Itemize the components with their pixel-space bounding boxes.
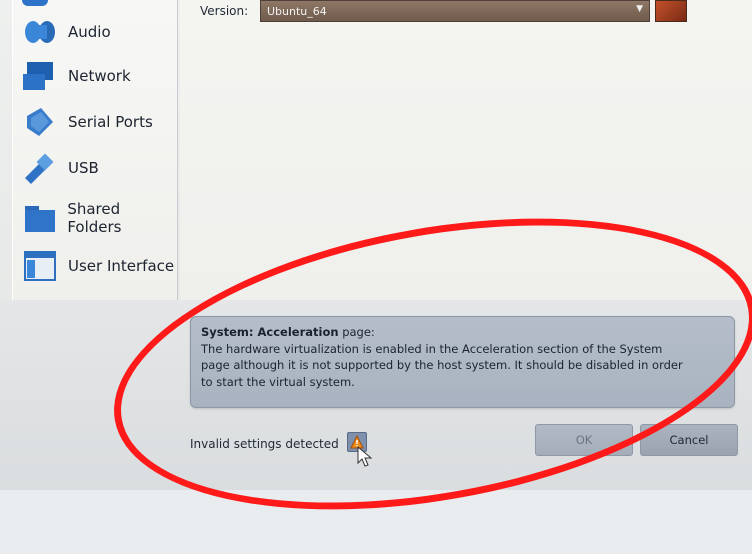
network-icon <box>22 60 58 92</box>
serial-ports-icon <box>22 106 58 138</box>
user-interface-icon <box>22 250 58 282</box>
sidebar-item-label: Audio <box>68 23 111 41</box>
settings-sidebar: Audio Network Serial Ports USB Shared Fo <box>12 0 178 300</box>
warning-line: to start the virtual system. <box>201 374 355 389</box>
os-type-icon <box>655 0 687 22</box>
sidebar-item-usb[interactable]: USB <box>22 150 99 186</box>
mouse-cursor-icon <box>357 445 373 472</box>
cancel-button[interactable]: Cancel <box>640 424 738 456</box>
sidebar-item-label: USB <box>68 159 99 177</box>
sidebar-item-serial-ports[interactable]: Serial Ports <box>22 104 153 140</box>
sidebar-item-label: Serial Ports <box>68 113 153 131</box>
warning-title-suffix: page: <box>342 325 375 339</box>
invalid-settings-warning: System: Acceleration page: The hardware … <box>190 316 735 408</box>
chevron-down-icon: ▼ <box>636 4 643 14</box>
warning-title: System: Acceleration <box>201 325 339 339</box>
warning-line: The hardware virtualization is enabled i… <box>201 341 663 356</box>
sidebar-item-label: Shared Folders <box>67 200 122 236</box>
settings-content-panel <box>180 0 752 300</box>
version-label: Version: <box>200 4 249 18</box>
status-text: Invalid settings detected <box>190 437 339 451</box>
audio-icon <box>22 16 58 48</box>
ok-button[interactable]: OK <box>535 424 633 456</box>
sidebar-item-audio[interactable]: Audio <box>22 14 111 50</box>
sidebar-item-label: User Interface <box>68 257 175 275</box>
shared-folders-icon <box>22 202 57 234</box>
sidebar-item-network[interactable]: Network <box>22 58 131 94</box>
sidebar-item-shared-folders[interactable]: Shared Folders <box>22 200 177 236</box>
warning-line: page although it is not supported by the… <box>201 358 683 372</box>
version-select[interactable]: Ubuntu_64 ▼ <box>260 0 650 22</box>
version-value: Ubuntu_64 <box>267 4 327 18</box>
partial-top-icon <box>22 0 48 6</box>
usb-icon <box>22 152 58 184</box>
sidebar-item-label: Network <box>68 67 131 85</box>
sidebar-item-user-interface[interactable]: User Interface <box>22 248 174 284</box>
version-row: Version: <box>200 0 248 22</box>
settings-dialog: Audio Network Serial Ports USB Shared Fo <box>0 0 752 554</box>
